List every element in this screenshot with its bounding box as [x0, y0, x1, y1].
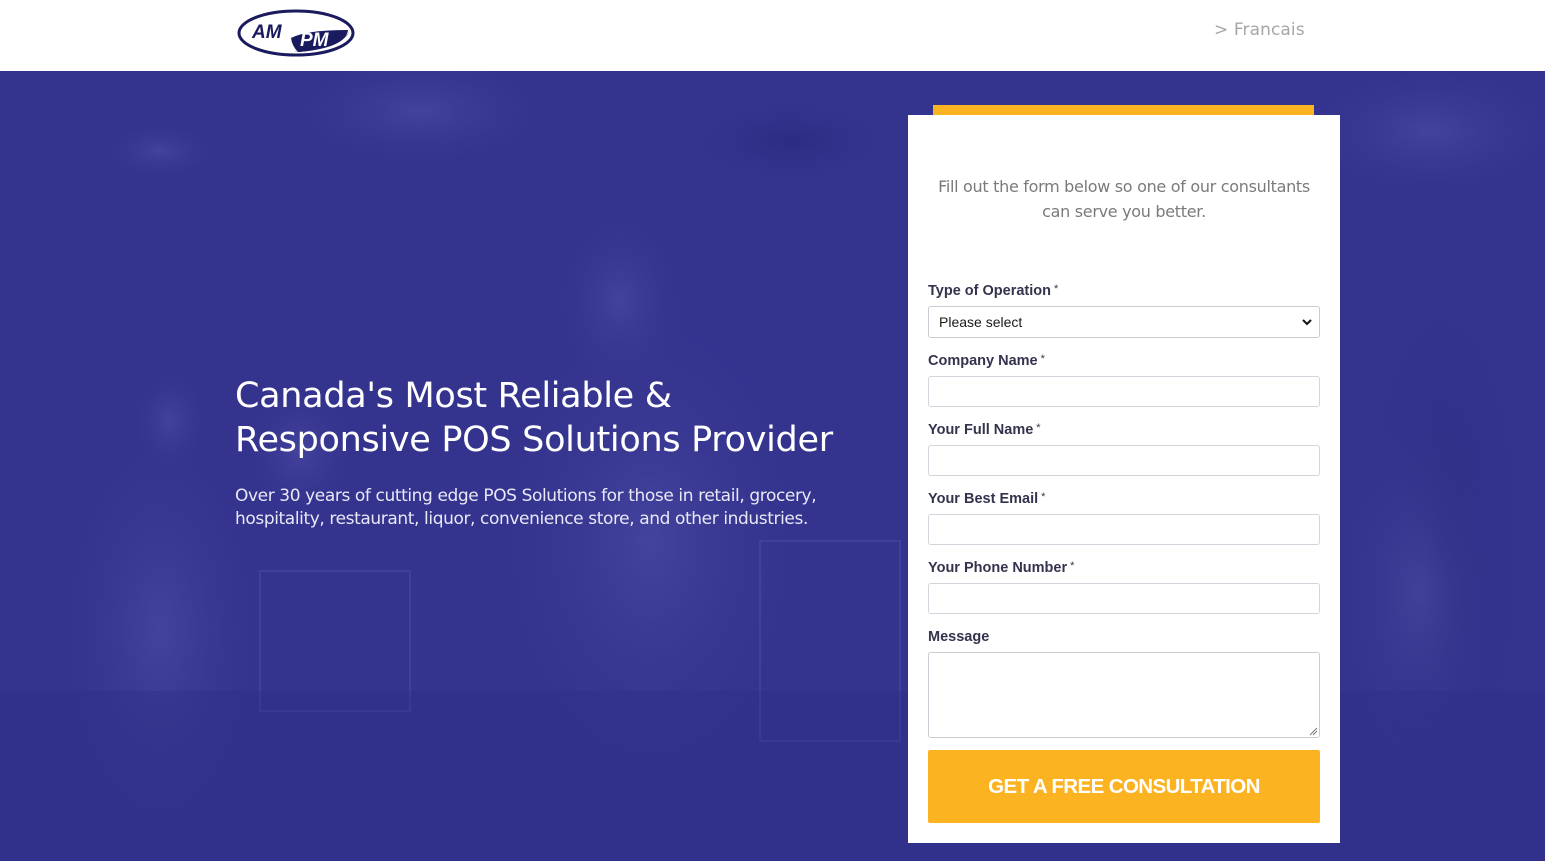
language-link-francais[interactable]: > Francais [1214, 20, 1305, 40]
message-label-text: Message [928, 629, 990, 645]
email-label-text: Your Best Email [928, 491, 1039, 507]
hero-subtitle-line1: Over 30 years of cutting edge POS Soluti… [235, 486, 817, 506]
full-name-label-text: Your Full Name [928, 422, 1034, 438]
phone-label-text: Your Phone Number [928, 560, 1068, 576]
chevron-down-icon [1302, 319, 1312, 326]
get-free-consultation-button[interactable]: GET A FREE CONSULTATION [928, 750, 1320, 823]
hero-title: Canada's Most Reliable & Responsive POS … [235, 374, 855, 462]
ampm-logo[interactable]: AM PM [236, 8, 356, 58]
operation-select-value: Please select [939, 314, 1023, 330]
full-name-label: Your Full Name * [928, 422, 1041, 438]
company-label-text: Company Name [928, 353, 1038, 369]
site-header: AM PM > Francais [0, 0, 1545, 71]
required-marker: * [1041, 491, 1046, 503]
logo-text-pm: PM [300, 30, 330, 51]
hero-title-line2: Responsive POS Solutions Provider [235, 420, 833, 460]
hero-subtitle: Over 30 years of cutting edge POS Soluti… [235, 485, 855, 531]
form-intro-line1: Fill out the form below so one of our co… [938, 177, 1310, 196]
form-intro-line2: can serve you better. [1042, 202, 1206, 221]
hero-subtitle-line2: hospitality, restaurant, liquor, conveni… [235, 509, 808, 529]
form-intro-text: Fill out the form below so one of our co… [924, 174, 1324, 224]
hero-title-line1: Canada's Most Reliable & [235, 376, 672, 416]
message-textarea[interactable] [928, 652, 1320, 738]
required-marker: * [1054, 283, 1059, 295]
full-name-input[interactable] [928, 445, 1320, 476]
company-label: Company Name * [928, 353, 1045, 369]
operation-label: Type of Operation * [928, 283, 1058, 299]
operation-select[interactable]: Please select [928, 306, 1320, 338]
message-label: Message [928, 629, 989, 645]
email-input[interactable] [928, 514, 1320, 545]
logo-text-am: AM [251, 22, 283, 43]
resize-grip-icon[interactable] [1309, 727, 1318, 736]
required-marker: * [1040, 353, 1045, 365]
consultation-form: Fill out the form below so one of our co… [908, 115, 1340, 843]
email-label: Your Best Email * [928, 491, 1045, 507]
operation-label-text: Type of Operation [928, 283, 1051, 299]
required-marker: * [1070, 560, 1075, 572]
company-name-input[interactable] [928, 376, 1320, 407]
hero-text-block: Canada's Most Reliable & Responsive POS … [235, 374, 855, 531]
phone-input[interactable] [928, 583, 1320, 614]
phone-label: Your Phone Number * [928, 560, 1074, 576]
required-marker: * [1036, 422, 1041, 434]
